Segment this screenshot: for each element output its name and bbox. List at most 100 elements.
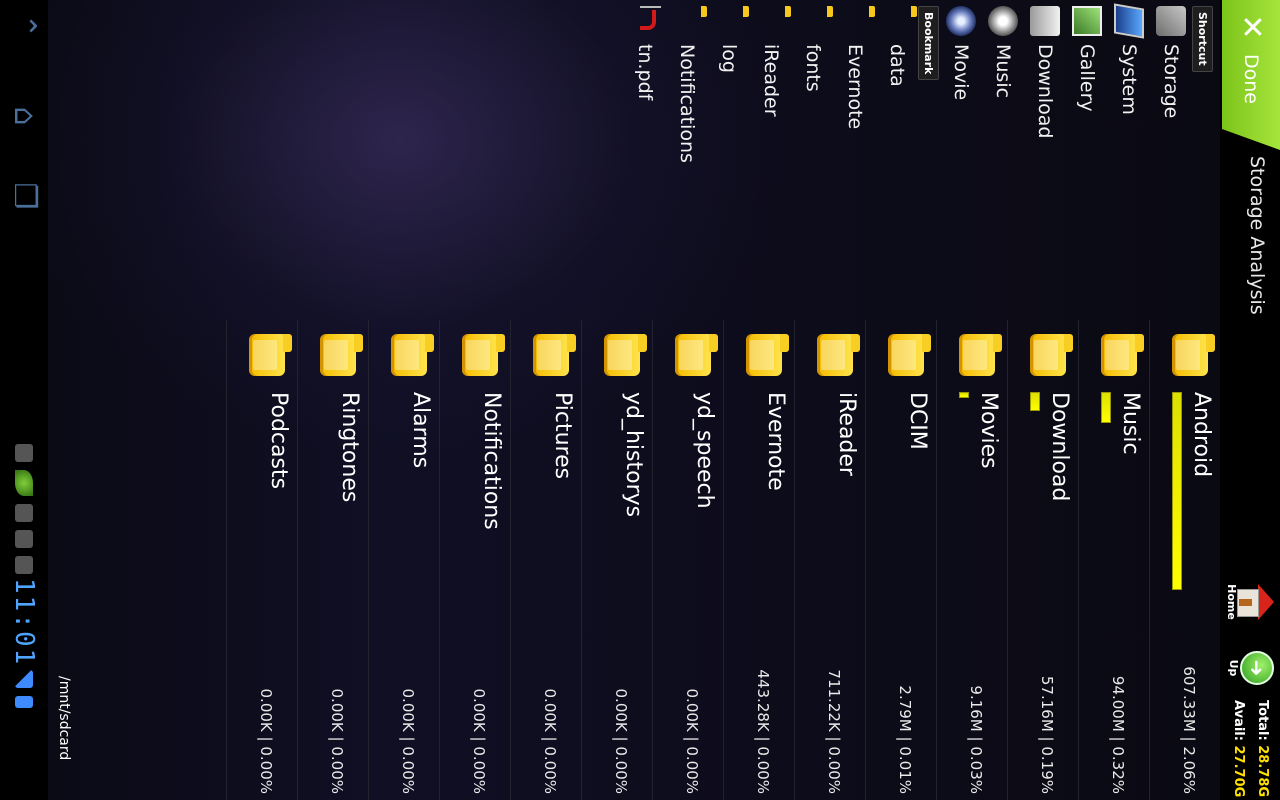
- folder-size-stats: 711.22K | 0.00%: [825, 669, 843, 794]
- folder-size-stats: 2.79M | 0.01%: [896, 685, 914, 794]
- bookmark-data[interactable]: data: [876, 0, 918, 320]
- notification-icon: [15, 530, 33, 548]
- folder-name: iReader: [834, 392, 859, 476]
- folder-name: Podcasts: [266, 392, 291, 490]
- folder-size-stats: 0.00K | 0.00%: [399, 688, 417, 794]
- folder-icon: [320, 334, 356, 376]
- shortcut-system[interactable]: System: [1108, 0, 1150, 320]
- bookmark-notifications[interactable]: Notifications: [666, 0, 708, 320]
- home-button[interactable]: Home: [1225, 574, 1278, 630]
- bookmark-fonts[interactable]: fonts: [792, 0, 834, 320]
- bookmark-label: Evernote: [844, 44, 866, 130]
- folder-size-stats: 0.00K | 0.00%: [683, 688, 701, 794]
- file-manager-app: ✕ Done Storage Analysis Home ➜ Up Total:…: [0, 0, 1280, 800]
- table-row[interactable]: Music 94.00M | 0.32%: [1078, 320, 1149, 800]
- folder-size-stats: 607.33M | 2.06%: [1180, 666, 1198, 794]
- shortcut-music[interactable]: Music: [982, 0, 1024, 320]
- top-bar: ✕ Done Storage Analysis Home ➜ Up Total:…: [1220, 0, 1280, 800]
- gallery-icon: [1072, 6, 1102, 36]
- folder-name: Notifications: [479, 392, 504, 530]
- folder-size-stats: 0.00K | 0.00%: [328, 688, 346, 794]
- folder-name: DCIM: [905, 392, 930, 450]
- bookmark-label: fonts: [802, 44, 824, 92]
- table-row[interactable]: yd_speech 0.00K | 0.00%: [652, 320, 723, 800]
- pdf-icon: [640, 6, 661, 8]
- shortcut-section-tag: Shortcut: [1192, 6, 1213, 72]
- android-debug-icon: [15, 444, 33, 462]
- table-row[interactable]: iReader 711.22K | 0.00%: [794, 320, 865, 800]
- clock: 11:01: [9, 578, 39, 667]
- shortcut-download[interactable]: Download: [1024, 0, 1066, 320]
- folder-icon: [888, 334, 924, 376]
- back-icon[interactable]: ⌃: [6, 6, 42, 46]
- folder-name: Music: [1118, 392, 1143, 455]
- table-row[interactable]: yd_historys 0.00K | 0.00%: [581, 320, 652, 800]
- folder-icon: [533, 334, 569, 376]
- folder-icon: [1172, 334, 1208, 376]
- folder-name: Android: [1189, 392, 1214, 478]
- folder-name: Alarms: [408, 392, 433, 469]
- usage-bar: [959, 392, 969, 398]
- total-value: 28.78G: [1255, 745, 1270, 798]
- usage-bar: [1101, 392, 1111, 423]
- done-label: Done: [1240, 54, 1262, 104]
- folder-icon: [604, 334, 640, 376]
- bookmark-label: Notifications: [676, 44, 698, 163]
- download-icon: [1030, 6, 1060, 36]
- usage-bar: [1030, 392, 1040, 411]
- bookmark-label: iReader: [760, 44, 782, 117]
- folder-icon: [675, 334, 711, 376]
- battery-icon: [15, 696, 33, 709]
- recent-apps-icon[interactable]: ❐: [6, 176, 42, 216]
- done-button[interactable]: ✕ Done: [1222, 0, 1280, 150]
- folder-name: Download: [1047, 392, 1072, 502]
- folder-size-stats: 9.16M | 0.03%: [967, 685, 985, 794]
- avail-value: 27.70G: [1231, 745, 1246, 798]
- up-arrow-icon: ➜: [1240, 651, 1274, 685]
- bookmark-ireader[interactable]: iReader: [750, 0, 792, 320]
- table-row[interactable]: Ringtones 0.00K | 0.00%: [297, 320, 368, 800]
- shortcut-label: Movie: [950, 44, 972, 101]
- storage-summary: Total: 28.78G Avail: 27.70G: [1226, 700, 1274, 797]
- shortcut-movie[interactable]: Movie: [940, 0, 982, 320]
- table-row[interactable]: Evernote 443.28K | 0.00%: [723, 320, 794, 800]
- folder-size-stats: 0.00K | 0.00%: [470, 688, 488, 794]
- folder-name: Evernote: [763, 392, 788, 491]
- folder-icon: [462, 334, 498, 376]
- usb-icon: [15, 504, 33, 522]
- table-row[interactable]: Download 57.16M | 0.19%: [1007, 320, 1078, 800]
- shortcut-label: Music: [992, 44, 1014, 99]
- table-row[interactable]: DCIM 2.79M | 0.01%: [865, 320, 936, 800]
- folder-icon: [1101, 334, 1137, 376]
- shortcut-gallery[interactable]: Gallery: [1066, 0, 1108, 320]
- usage-bar-track: [1172, 392, 1182, 590]
- home-nav-icon[interactable]: ⌂: [6, 96, 42, 136]
- folder-name: Movies: [976, 392, 1001, 469]
- up-button[interactable]: ➜ Up: [1227, 640, 1278, 696]
- bookmark-tn-pdf[interactable]: tn.pdf: [624, 0, 666, 320]
- usage-bar: [1172, 392, 1182, 590]
- home-icon: [1237, 584, 1274, 620]
- avail-label: Avail:: [1231, 700, 1246, 741]
- folder-icon: [1030, 334, 1066, 376]
- bookmark-label: data: [886, 44, 908, 87]
- table-row[interactable]: Android 607.33M | 2.06%: [1149, 320, 1220, 800]
- usage-bar-track: [1030, 392, 1040, 590]
- shortcut-storage[interactable]: Storage: [1150, 0, 1192, 320]
- table-row[interactable]: Pictures 0.00K | 0.00%: [510, 320, 581, 800]
- folder-name: yd_speech: [692, 392, 717, 509]
- bookmark-log[interactable]: log: [708, 0, 750, 320]
- folder-icon: [959, 334, 995, 376]
- table-row[interactable]: Alarms 0.00K | 0.00%: [368, 320, 439, 800]
- storage-icon: [1156, 6, 1186, 36]
- table-row[interactable]: Movies 9.16M | 0.03%: [936, 320, 1007, 800]
- folder-list: Android 607.33M | 2.06% Music 94.00M | 0.32…: [48, 320, 1220, 800]
- table-row[interactable]: Notifications 0.00K | 0.00%: [439, 320, 510, 800]
- shortcut-list: Storage System Gallery Download Music Mo…: [940, 0, 1192, 320]
- folder-icon: [817, 334, 853, 376]
- folder-size-stats: 0.00K | 0.00%: [541, 688, 559, 794]
- table-row[interactable]: Podcasts 0.00K | 0.00%: [226, 320, 297, 800]
- movie-icon: [946, 6, 976, 36]
- bookmark-evernote[interactable]: Evernote: [834, 0, 876, 320]
- current-path: /mnt/sdcard: [56, 676, 72, 761]
